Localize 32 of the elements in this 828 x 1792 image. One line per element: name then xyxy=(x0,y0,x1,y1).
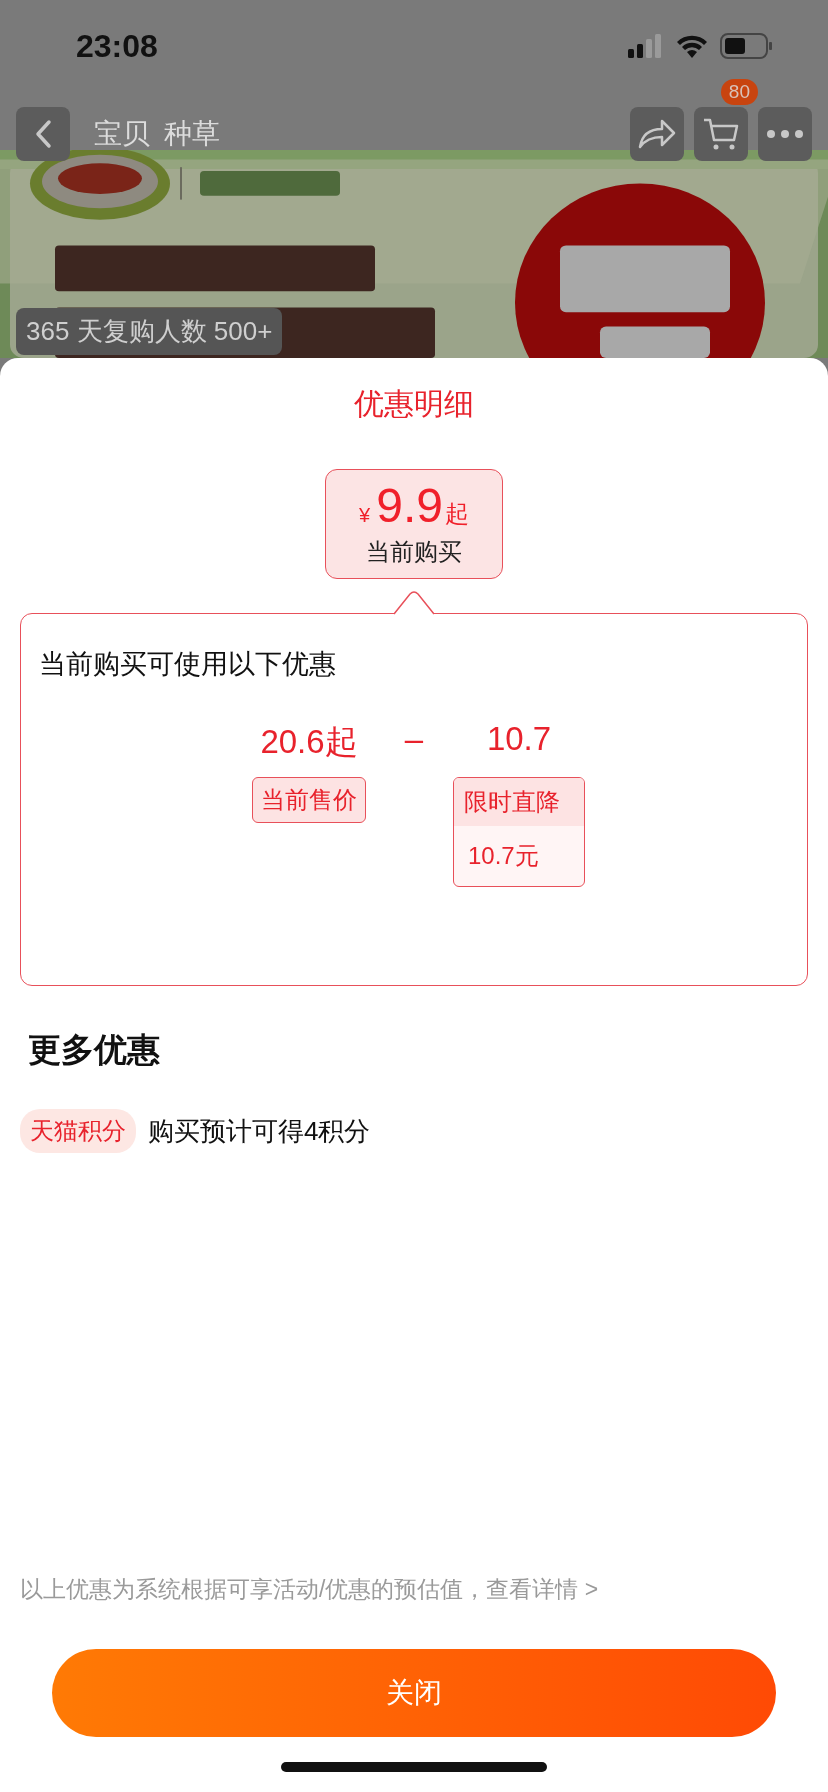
disclaimer-text: 以上优惠为系统根据可享活动/优惠的预估值， xyxy=(20,1575,487,1604)
back-button[interactable] xyxy=(16,107,70,161)
points-text: 购买预计可得4积分 xyxy=(148,1114,371,1148)
share-icon xyxy=(637,118,677,150)
close-button[interactable]: 关闭 xyxy=(52,1649,776,1737)
discount-tag-title: 限时直降 xyxy=(454,778,584,826)
more-icon xyxy=(766,129,804,139)
battery-icon xyxy=(720,33,772,59)
points-tag: 天猫积分 xyxy=(20,1109,136,1153)
price-tag: 当前售价 xyxy=(252,777,366,823)
price-label: 当前购买 xyxy=(366,537,462,567)
cart-icon xyxy=(702,116,740,152)
discount-value: 10.7元 xyxy=(467,841,540,871)
minus-sign: – xyxy=(403,720,425,759)
sheet-title: 优惠明细 xyxy=(354,386,474,422)
wifi-icon xyxy=(676,34,708,58)
amount-text: 20.6起 xyxy=(259,722,359,762)
more-offers-heading: 更多优惠 xyxy=(28,1030,160,1070)
cart-count-badge: 80 xyxy=(720,79,758,105)
share-button[interactable] xyxy=(630,107,684,161)
details-link[interactable]: 查看详情 > xyxy=(486,1574,599,1605)
back-icon xyxy=(34,119,52,149)
repurchase-badge: 365 天复购人数 500+ xyxy=(16,308,283,355)
detail-heading: 当前购买可使用以下优惠 xyxy=(39,648,337,681)
more-button[interactable] xyxy=(758,107,812,161)
nav-tab[interactable]: 宝贝 xyxy=(94,115,150,153)
status-time: 23:08 xyxy=(76,27,159,65)
nav-tab[interactable]: 种草 xyxy=(164,115,220,153)
amount-text: 10.7 xyxy=(485,720,553,759)
signal-icon xyxy=(628,34,664,58)
current-price: ¥9.9 起 xyxy=(359,480,469,532)
cart-button[interactable] xyxy=(694,107,748,161)
